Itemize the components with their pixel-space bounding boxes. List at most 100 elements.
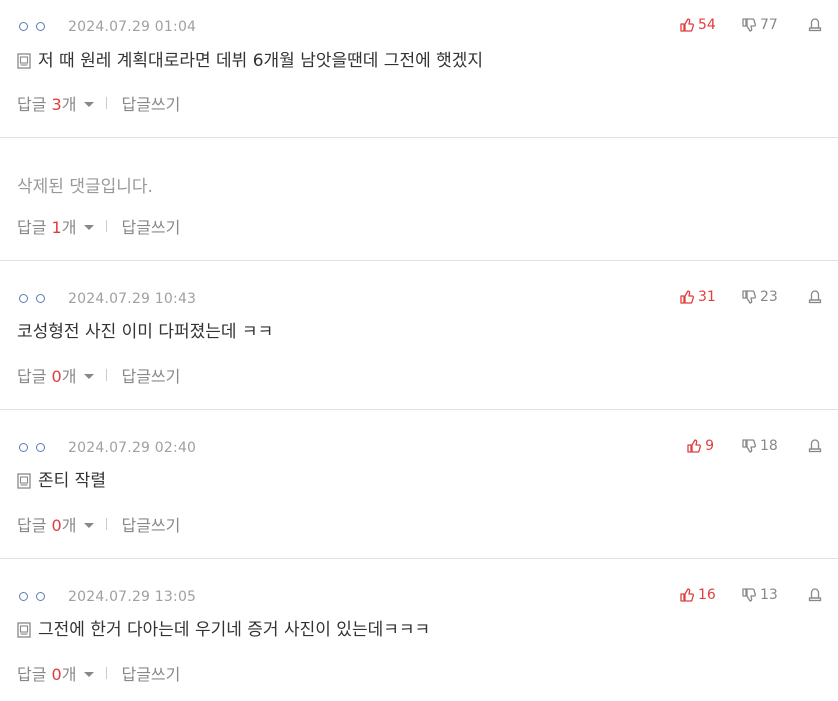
comment-text: 그전에 한거 다아는데 우기네 증거 사진이 있는데ㅋㅋㅋ (38, 620, 431, 640)
thumbs-up-icon (680, 18, 694, 32)
reply-unit: 개 (61, 516, 77, 535)
report-icon (808, 290, 822, 304)
nickname-icon[interactable] (17, 292, 53, 306)
downvote-count: 23 (760, 289, 778, 305)
caret-down-icon[interactable] (84, 224, 95, 230)
upvote-button[interactable]: 16 (680, 587, 724, 603)
reply-label: 답글 (17, 218, 47, 237)
deleted-comment-text: 삭제된 댓글입니다. (17, 177, 153, 197)
report-button[interactable] (808, 290, 822, 304)
report-icon (808, 588, 822, 602)
reply-toggle[interactable]: 답글 0개 (17, 512, 76, 536)
reply-label: 답글 (17, 665, 47, 684)
reply-toggle[interactable]: 답글 0개 (17, 363, 76, 387)
downvote-button[interactable]: 77 (742, 17, 782, 33)
reply-unit: 개 (61, 367, 77, 386)
upvote-count: 16 (698, 587, 716, 603)
report-button[interactable] (808, 439, 822, 453)
vote-group: 16 13 (680, 585, 822, 605)
reply-unit: 개 (61, 218, 77, 237)
comment-meta: 2024.07.29 02:40 (17, 438, 196, 458)
downvote-button[interactable]: 23 (742, 289, 782, 305)
caret-down-icon[interactable] (84, 101, 95, 107)
reply-toggle[interactable]: 답글 1개 (17, 214, 76, 238)
downvote-button[interactable]: 13 (742, 587, 782, 603)
reply-count: 0 (51, 665, 62, 684)
comment-text-row: 코성형전 사진 이미 다퍼졌는데 ㅋㅋ (17, 320, 273, 344)
reply-label: 답글 (17, 516, 47, 535)
upvote-count: 9 (705, 438, 714, 454)
write-reply-link[interactable]: 답글쓰기 (121, 363, 180, 387)
upvote-count: 54 (698, 17, 716, 33)
upvote-button[interactable]: 31 (680, 289, 724, 305)
reply-count: 1 (51, 218, 62, 237)
report-icon (808, 439, 822, 453)
comment-meta: 2024.07.29 01:04 (17, 17, 196, 37)
comment-item: 2024.07.29 01:04 54 77 저 때 원레 계획대로라면 데뷔 … (0, 0, 838, 138)
comment-actions: 답글 1개 답글쓰기 (17, 214, 180, 238)
caret-down-icon[interactable] (84, 671, 95, 677)
reply-unit: 개 (61, 665, 77, 684)
vote-group: 54 77 (680, 15, 822, 35)
reply-label: 답글 (17, 95, 47, 114)
comment-text: 코성형전 사진 이미 다퍼졌는데 ㅋㅋ (17, 322, 274, 342)
downvote-count: 13 (760, 587, 778, 603)
nickname-icon[interactable] (17, 20, 53, 34)
thumbs-down-icon (742, 588, 756, 602)
comment-meta: 2024.07.29 10:43 (17, 289, 196, 309)
upvote-button[interactable]: 54 (680, 17, 724, 33)
comment-date: 2024.07.29 10:43 (68, 291, 197, 307)
reply-toggle[interactable]: 답글 3개 (17, 91, 76, 115)
report-icon (808, 18, 822, 32)
comment-date: 2024.07.29 02:40 (68, 440, 197, 456)
reply-label: 답글 (17, 367, 47, 386)
document-icon (17, 473, 31, 489)
comment-text-row: 존티 작렬 (17, 469, 106, 493)
thumbs-up-icon (687, 439, 702, 453)
comment-date: 2024.07.29 13:05 (68, 589, 197, 605)
document-icon (17, 53, 31, 69)
reply-count: 3 (51, 95, 62, 114)
downvote-button[interactable]: 18 (742, 438, 782, 454)
comment-item: 삭제된 댓글입니다. 답글 1개 답글쓰기 (0, 138, 838, 261)
divider (106, 518, 108, 530)
reply-count: 0 (51, 516, 62, 535)
divider (106, 369, 108, 381)
divider (106, 220, 108, 232)
write-reply-link[interactable]: 답글쓰기 (121, 91, 180, 115)
nickname-icon[interactable] (17, 441, 53, 455)
write-reply-link[interactable]: 답글쓰기 (121, 661, 180, 685)
downvote-count: 18 (760, 438, 778, 454)
thumbs-up-icon (680, 290, 694, 304)
comment-actions: 답글 0개 답글쓰기 (17, 512, 180, 536)
report-button[interactable] (808, 588, 822, 602)
upvote-button[interactable]: 9 (670, 438, 724, 454)
downvote-count: 77 (760, 17, 778, 33)
caret-down-icon[interactable] (84, 522, 95, 528)
vote-group: 31 23 (680, 287, 822, 307)
comment-meta: 2024.07.29 13:05 (17, 587, 196, 607)
comment-text-row: 그전에 한거 다아는데 우기네 증거 사진이 있는데ㅋㅋㅋ (17, 618, 430, 642)
caret-down-icon[interactable] (84, 373, 95, 379)
write-reply-link[interactable]: 답글쓰기 (121, 512, 180, 536)
comment-actions: 답글 0개 답글쓰기 (17, 363, 180, 387)
divider (106, 97, 108, 109)
comment-text: 존티 작렬 (38, 471, 106, 491)
upvote-count: 31 (698, 289, 716, 305)
divider (106, 667, 108, 679)
thumbs-down-icon (742, 290, 756, 304)
thumbs-down-icon (742, 18, 756, 32)
comment-actions: 답글 0개 답글쓰기 (17, 661, 180, 685)
reply-toggle[interactable]: 답글 0개 (17, 661, 76, 685)
comment-item: 2024.07.29 02:40 9 18 존티 작렬 답글 0개 답글쓰기 (0, 410, 838, 559)
thumbs-down-icon (742, 439, 756, 453)
document-icon (17, 622, 31, 638)
write-reply-link[interactable]: 답글쓰기 (121, 214, 180, 238)
vote-group: 9 18 (670, 436, 822, 456)
report-button[interactable] (808, 18, 822, 32)
comment-item: 2024.07.29 10:43 31 23 코성형전 사진 이미 다퍼졌는데 … (0, 261, 838, 410)
comment-text-row: 삭제된 댓글입니다. (17, 175, 153, 199)
nickname-icon[interactable] (17, 590, 53, 604)
thumbs-up-icon (680, 588, 694, 602)
reply-unit: 개 (61, 95, 77, 114)
